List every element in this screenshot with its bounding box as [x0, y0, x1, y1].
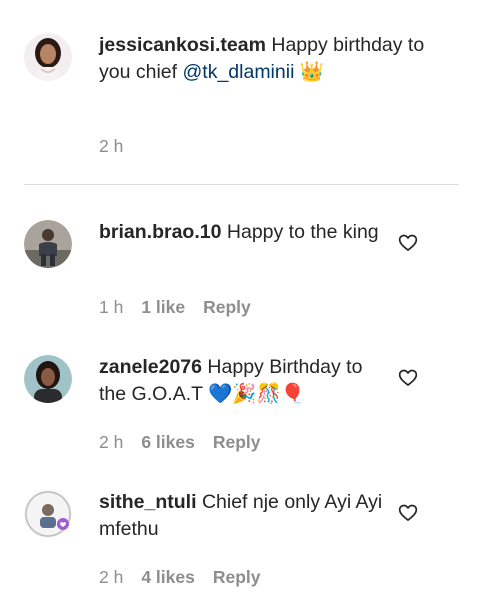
heart-icon[interactable]: [398, 233, 418, 253]
crown-emoji: 👑: [299, 61, 325, 83]
comment-username[interactable]: brian.brao.10: [99, 221, 221, 243]
heart-icon[interactable]: [398, 503, 418, 523]
comment-username[interactable]: sithe_ntuli: [99, 491, 197, 513]
comment-time: 1 h: [99, 297, 124, 317]
comment-text: zanele2076 Happy Birthday to the G.O.A.T…: [99, 354, 389, 408]
comment-text: sithe_ntuli Chief nje only Ayi Ayi mfeth…: [99, 489, 389, 543]
caption-meta: 2 h: [99, 136, 123, 157]
avatar[interactable]: [24, 355, 72, 403]
comment-time: 2 h: [99, 432, 124, 452]
reply-button[interactable]: Reply: [213, 567, 261, 588]
comment-username[interactable]: zanele2076: [99, 356, 202, 378]
reply-button[interactable]: Reply: [213, 432, 261, 453]
comment-text: brian.brao.10 Happy to the king: [99, 219, 389, 246]
avatar[interactable]: [24, 490, 72, 538]
caption-username[interactable]: jessicankosi.team: [99, 34, 266, 56]
heart-icon[interactable]: [398, 368, 418, 388]
comment-time: 2 h: [99, 567, 124, 587]
reply-button[interactable]: Reply: [203, 297, 251, 318]
caption-time: 2 h: [99, 136, 124, 156]
caption-text: jessicankosi.team Happy birthday to you …: [99, 32, 429, 86]
likes-count[interactable]: 1 like: [141, 297, 185, 318]
comment-meta: 2 h 4 likes Reply: [99, 567, 261, 588]
avatar[interactable]: [24, 33, 72, 81]
divider: [24, 184, 459, 185]
comment-meta: 1 h 1 like Reply: [99, 297, 251, 318]
comment-meta: 2 h 6 likes Reply: [99, 432, 261, 453]
caption-mention[interactable]: @tk_dlaminii: [182, 61, 294, 83]
likes-count[interactable]: 4 likes: [141, 567, 195, 588]
avatar[interactable]: [24, 220, 72, 268]
likes-count[interactable]: 6 likes: [141, 432, 195, 453]
comment-message: Happy to the king: [226, 221, 379, 243]
